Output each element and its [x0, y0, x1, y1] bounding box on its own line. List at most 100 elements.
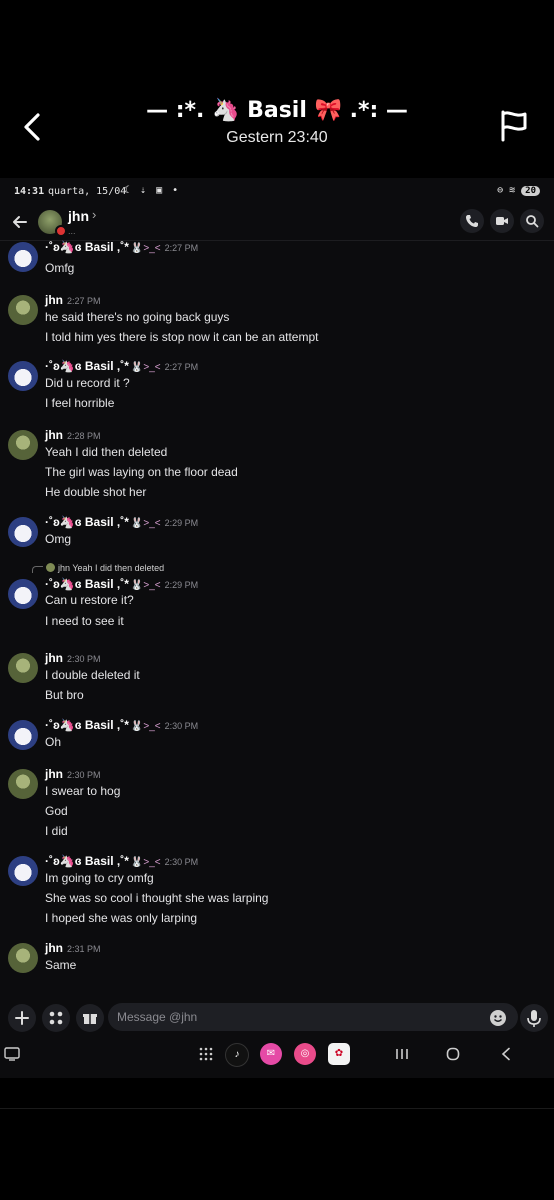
message-header: ·˚ʚ🦄ɞ Basil ,˚* 🐰>_< 2:27 PM — [45, 240, 198, 254]
avatar[interactable] — [8, 517, 38, 547]
report-button[interactable] — [497, 108, 531, 144]
message-timestamp: 2:27 PM — [164, 362, 199, 372]
tiktok-icon[interactable]: ♪ — [225, 1043, 249, 1067]
message-timestamp: 2:27 PM — [67, 296, 101, 306]
name-decoration: 🐰>_< — [130, 580, 161, 591]
reply-text: Yeah I did then deleted — [72, 563, 165, 573]
author-name[interactable]: ·˚ʚ🦄ɞ Basil ,˚* — [45, 718, 129, 732]
viewer-header: — :*. 🦄 Basil 🎀 .*: — Gestern 23:40 — [0, 0, 554, 170]
status-notification-icons: ☾ ⇣ ▣ • — [124, 185, 181, 196]
emoji-button[interactable] — [490, 1010, 506, 1026]
avatar[interactable] — [8, 295, 38, 325]
chat-username[interactable]: jhn — [68, 208, 89, 224]
message-header: jhn 2:27 PM — [45, 293, 101, 307]
conversation-title: — :*. 🦄 Basil 🎀 .*: — — [146, 98, 408, 123]
chat-back-button[interactable] — [10, 212, 30, 232]
status-time: 14:31 — [14, 186, 45, 197]
message-text[interactable]: Oh — [45, 735, 61, 749]
message-text[interactable]: God — [45, 804, 68, 818]
avatar[interactable] — [8, 769, 38, 799]
search-icon — [526, 215, 539, 228]
photo-app-icon[interactable]: ✿ — [328, 1043, 350, 1065]
flag-icon — [501, 110, 527, 142]
author-name[interactable]: ·˚ʚ🦄ɞ Basil ,˚* — [45, 359, 129, 373]
message-timestamp: 2:29 PM — [164, 518, 199, 528]
gift-icon — [83, 1014, 97, 1024]
phone-icon — [466, 215, 478, 227]
message-timestamp: 2:28 PM — [67, 431, 101, 441]
author-name[interactable]: ·˚ʚ🦄ɞ Basil ,˚* — [45, 577, 129, 591]
message-text[interactable]: I swear to hog — [45, 784, 120, 798]
chevron-right-icon: › — [92, 207, 97, 222]
message-text[interactable]: I feel horrible — [45, 396, 114, 410]
avatar[interactable] — [8, 579, 38, 609]
author-name[interactable]: jhn — [45, 941, 63, 955]
author-name[interactable]: jhn — [45, 651, 63, 665]
message-text[interactable]: Did u record it ? — [45, 376, 130, 390]
video-call-button[interactable] — [490, 209, 514, 233]
avatar[interactable] — [8, 720, 38, 750]
author-name[interactable]: ·˚ʚ🦄ɞ Basil ,˚* — [45, 515, 129, 529]
message-text[interactable]: But bro — [45, 688, 84, 702]
chat-subtitle: ... — [68, 226, 76, 236]
title-block: — :*. 🦄 Basil 🎀 .*: — Gestern 23:40 — [80, 98, 474, 147]
author-name[interactable]: jhn — [45, 428, 63, 442]
author-name[interactable]: jhn — [45, 293, 63, 307]
avatar[interactable] — [8, 653, 38, 683]
voice-call-button[interactable] — [460, 209, 484, 233]
screenshot-toolbar-icon[interactable] — [4, 1047, 20, 1061]
nav-back-icon[interactable] — [500, 1047, 512, 1061]
message-timestamp: 2:29 PM — [164, 580, 199, 590]
message-header: jhn 2:28 PM — [45, 428, 101, 442]
author-name[interactable]: ·˚ʚ🦄ɞ Basil ,˚* — [45, 854, 129, 868]
message-timestamp: 2:30 PM — [164, 721, 199, 731]
gift-button[interactable] — [76, 1004, 104, 1032]
arrow-left-icon — [13, 216, 27, 228]
search-button[interactable] — [520, 209, 544, 233]
message-text[interactable]: Same — [45, 958, 76, 972]
back-button[interactable] — [18, 110, 48, 144]
message-text[interactable]: Omfg — [45, 261, 74, 275]
avatar[interactable] — [8, 242, 38, 272]
avatar[interactable] — [8, 361, 38, 391]
avatar[interactable] — [8, 856, 38, 886]
message-text[interactable]: He double shot her — [45, 485, 146, 499]
author-name[interactable]: jhn — [45, 767, 63, 781]
message-text[interactable]: Omg — [45, 532, 71, 546]
reply-preview[interactable]: jhn Yeah I did then deleted — [32, 563, 164, 573]
message-timestamp: 2:27 PM — [164, 243, 199, 253]
message-text[interactable]: The girl was laying on the floor dead — [45, 465, 238, 479]
message-text[interactable]: I did — [45, 824, 68, 838]
author-name[interactable]: ·˚ʚ🦄ɞ Basil ,˚* — [45, 240, 129, 254]
mail-icon[interactable]: ✉ — [260, 1043, 282, 1065]
message-timestamp: 2:30 PM — [67, 654, 101, 664]
conversation-timestamp: Gestern 23:40 — [226, 129, 328, 146]
name-decoration: 🐰>_< — [130, 362, 161, 373]
reply-author: jhn — [58, 563, 71, 573]
message-text[interactable]: I hoped she was only larping — [45, 911, 197, 925]
message-header: ·˚ʚ🦄ɞ Basil ,˚* 🐰>_< 2:30 PM — [45, 718, 198, 732]
avatar[interactable] — [8, 943, 38, 973]
name-decoration: 🐰>_< — [130, 518, 161, 529]
chrome-icon[interactable]: ◎ — [294, 1043, 316, 1065]
app-drawer-icon[interactable] — [199, 1047, 213, 1061]
message-text[interactable]: I need to see it — [45, 614, 124, 628]
recent-apps-icon[interactable] — [395, 1048, 409, 1060]
video-camera-icon — [496, 217, 508, 225]
message-text[interactable]: Im going to cry omfg — [45, 871, 154, 885]
divider — [0, 1108, 554, 1109]
message-text[interactable]: Yeah I did then deleted — [45, 445, 167, 459]
voice-message-button[interactable] — [520, 1004, 548, 1032]
message-text[interactable]: he said there's no going back guys — [45, 310, 229, 324]
apps-button[interactable] — [42, 1004, 70, 1032]
add-attachment-button[interactable] — [8, 1004, 36, 1032]
message-text[interactable]: I told him yes there is stop now it can … — [45, 330, 318, 344]
message-input[interactable] — [108, 1003, 518, 1031]
plus-icon — [15, 1011, 29, 1025]
message-text[interactable]: Can u restore it? — [45, 593, 134, 607]
message-text[interactable]: She was so cool i thought she was larpin… — [45, 891, 268, 905]
home-icon[interactable] — [446, 1047, 460, 1061]
chat-header: jhn › ... — [0, 206, 554, 241]
avatar[interactable] — [8, 430, 38, 460]
message-text[interactable]: I double deleted it — [45, 668, 140, 682]
